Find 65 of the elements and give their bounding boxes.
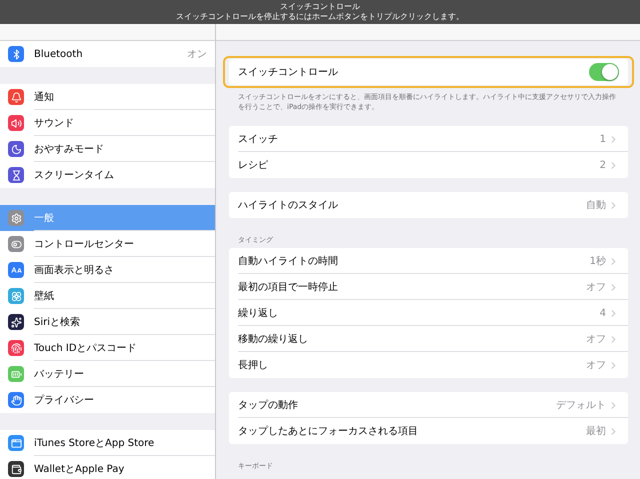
settings-row[interactable]: レシピ 2 <box>229 152 628 178</box>
row-value: 1秒 <box>590 254 606 268</box>
settings-row[interactable]: 最初の項目で一時停止 オフ <box>229 274 628 300</box>
sidebar-label: バッテリー <box>34 368 85 381</box>
row-value: 自動 <box>586 199 606 212</box>
settings-row[interactable]: 移動の繰り返し オフ <box>229 326 628 352</box>
toggle-switch[interactable] <box>589 63 619 81</box>
row-label: スイッチ <box>238 133 279 146</box>
sidebar-label: iTunes StoreとApp Store <box>34 437 156 450</box>
sparkle-icon <box>8 314 24 330</box>
settings-row[interactable]: 繰り返し 4 <box>229 300 628 326</box>
banner-title: スイッチコントロール <box>280 2 360 12</box>
row-value: オフ <box>586 359 606 372</box>
bell-icon <box>8 89 24 105</box>
sidebar-label: 画面表示と明るさ <box>34 264 115 277</box>
sidebar-label: おやすみモード <box>34 143 105 156</box>
sidebar-label: サウンド <box>34 117 75 130</box>
fingerprint-icon <box>8 340 24 356</box>
row-value: オフ <box>586 281 606 294</box>
sidebar-label: Bluetooth <box>34 48 84 60</box>
row-value: デフォルト <box>556 399 606 412</box>
flower-icon <box>8 288 24 304</box>
row-value: 4 <box>600 308 606 318</box>
row-label: レシピ <box>238 159 269 172</box>
sidebar-label: Touch IDとパスコード <box>34 342 138 355</box>
wallet-icon <box>8 461 24 477</box>
row-label: タップしたあとにフォーカスされる項目 <box>238 424 419 438</box>
settings-row[interactable]: 長押し オフ <box>229 352 628 378</box>
sidebar-label: Siriと検索 <box>34 316 82 329</box>
row-label: 繰り返し <box>238 306 279 320</box>
row-label: 最初の項目で一時停止 <box>238 280 339 294</box>
row-label: ハイライトのスタイル <box>238 199 339 212</box>
banner-message: スイッチコントロールを停止するにはホームボタンをトリプルクリックします。 <box>176 12 464 22</box>
hourglass-icon <box>8 167 24 183</box>
row-value: オフ <box>586 333 606 346</box>
sidebar-label: スクリーンタイム <box>34 169 115 182</box>
sidebar-label: WalletとApple Pay <box>34 463 126 476</box>
sidebar-label: プライバシー <box>34 394 95 407</box>
settings-row[interactable]: タップしたあとにフォーカスされる項目 最初 <box>229 418 628 444</box>
row-label: 長押し <box>238 359 269 372</box>
hand-icon <box>8 392 24 408</box>
row-label: 自動ハイライトの時間 <box>238 254 339 268</box>
row-label: 移動の繰り返し <box>238 332 309 346</box>
settings-row[interactable]: 自動ハイライトの時間 1秒 <box>229 248 628 274</box>
settings-row[interactable]: ハイライトのスタイル 自動 <box>229 192 628 218</box>
row-value: 1 <box>600 134 606 144</box>
speaker-icon <box>8 115 24 131</box>
sidebar-label: 通知 <box>34 90 55 104</box>
settings-row[interactable]: タップの動作 デフォルト <box>229 392 628 418</box>
moon-icon <box>8 141 24 157</box>
sidebar-label: コントロールセンター <box>34 238 135 251</box>
sidebar-label: 一般 <box>34 212 55 225</box>
battery-icon <box>8 366 24 382</box>
settings-row[interactable]: スイッチ 1 <box>229 126 628 152</box>
bluetooth-icon <box>8 46 24 62</box>
row-label: スイッチコントロール <box>238 66 339 79</box>
gear-icon <box>8 210 24 226</box>
row-value: 2 <box>600 160 606 170</box>
sidebar-value: オン <box>187 48 207 61</box>
app-icon <box>8 435 24 451</box>
row-value: 最初 <box>586 424 606 438</box>
toggle-icon <box>8 236 24 252</box>
sidebar-label: 壁紙 <box>34 290 55 303</box>
row-label: タップの動作 <box>238 398 299 412</box>
text-size-icon <box>8 262 24 278</box>
